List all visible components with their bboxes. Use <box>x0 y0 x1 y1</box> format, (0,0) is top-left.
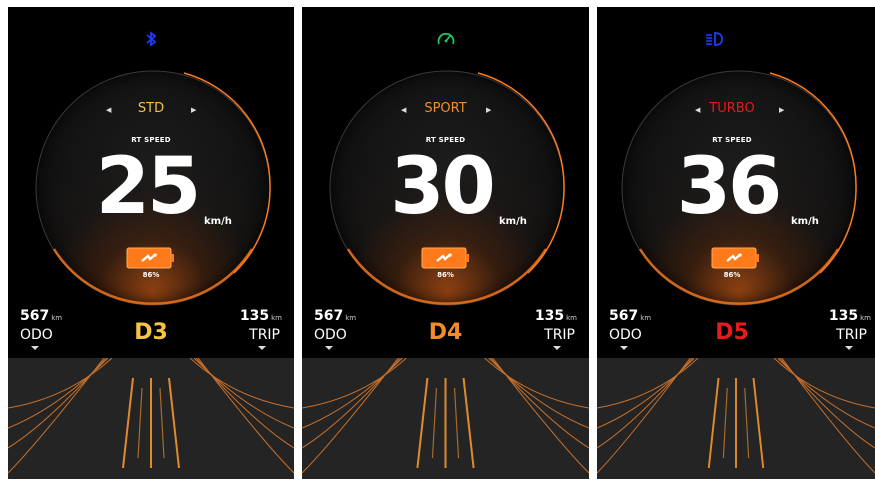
riding-mode-label[interactable]: STD <box>8 101 294 116</box>
chevron-down-icon[interactable] <box>31 346 39 350</box>
dashboard-panel-std: ◀ STD ▶ RT SPEED 25 km/h 86% 567 km ODO D… <box>8 7 294 479</box>
dashboard-panel-sport: ◀ SPORT ▶ RT SPEED 30 km/h 86% 567 km ODO… <box>302 7 589 479</box>
mode-next-arrow[interactable]: ▶ <box>486 106 491 114</box>
battery-icon <box>711 247 759 269</box>
chevron-down-icon[interactable] <box>258 346 266 350</box>
chevron-down-icon[interactable] <box>620 346 628 350</box>
battery-percent: 86% <box>723 271 741 279</box>
bluetooth-icon[interactable] <box>141 29 161 49</box>
speed-unit: km/h <box>499 216 527 227</box>
speedometer-icon[interactable] <box>436 29 456 49</box>
riding-mode-label[interactable]: TURBO <box>597 101 871 116</box>
trip-label[interactable]: TRIP <box>544 327 575 343</box>
dashboard-panel-turbo: ◀ TURBO ▶ RT SPEED 36 km/h 86% 567 km ODO… <box>597 7 875 479</box>
speed-value: 36 <box>676 142 783 232</box>
battery-icon <box>126 247 174 269</box>
speed-value: 30 <box>390 142 496 232</box>
mode-next-arrow[interactable]: ▶ <box>779 106 784 114</box>
road-graphic <box>597 358 875 479</box>
riding-mode-label[interactable]: SPORT <box>302 101 589 116</box>
road-graphic <box>302 358 589 479</box>
trip-label[interactable]: TRIP <box>836 327 867 343</box>
speed-unit: km/h <box>204 216 232 227</box>
mode-next-arrow[interactable]: ▶ <box>191 106 196 114</box>
trip-value: 135 km <box>828 308 871 324</box>
headlight-icon[interactable] <box>704 29 724 49</box>
trip-value: 135 km <box>534 308 577 324</box>
road-graphic <box>8 358 294 479</box>
speed-unit: km/h <box>791 216 819 227</box>
trip-value: 135 km <box>239 308 282 324</box>
battery-icon <box>421 247 469 269</box>
battery-percent: 86% <box>142 271 160 279</box>
chevron-down-icon[interactable] <box>845 346 853 350</box>
chevron-down-icon[interactable] <box>325 346 333 350</box>
trip-label[interactable]: TRIP <box>249 327 280 343</box>
chevron-down-icon[interactable] <box>553 346 561 350</box>
battery-percent: 86% <box>437 271 454 279</box>
speed-value: 25 <box>95 142 202 232</box>
